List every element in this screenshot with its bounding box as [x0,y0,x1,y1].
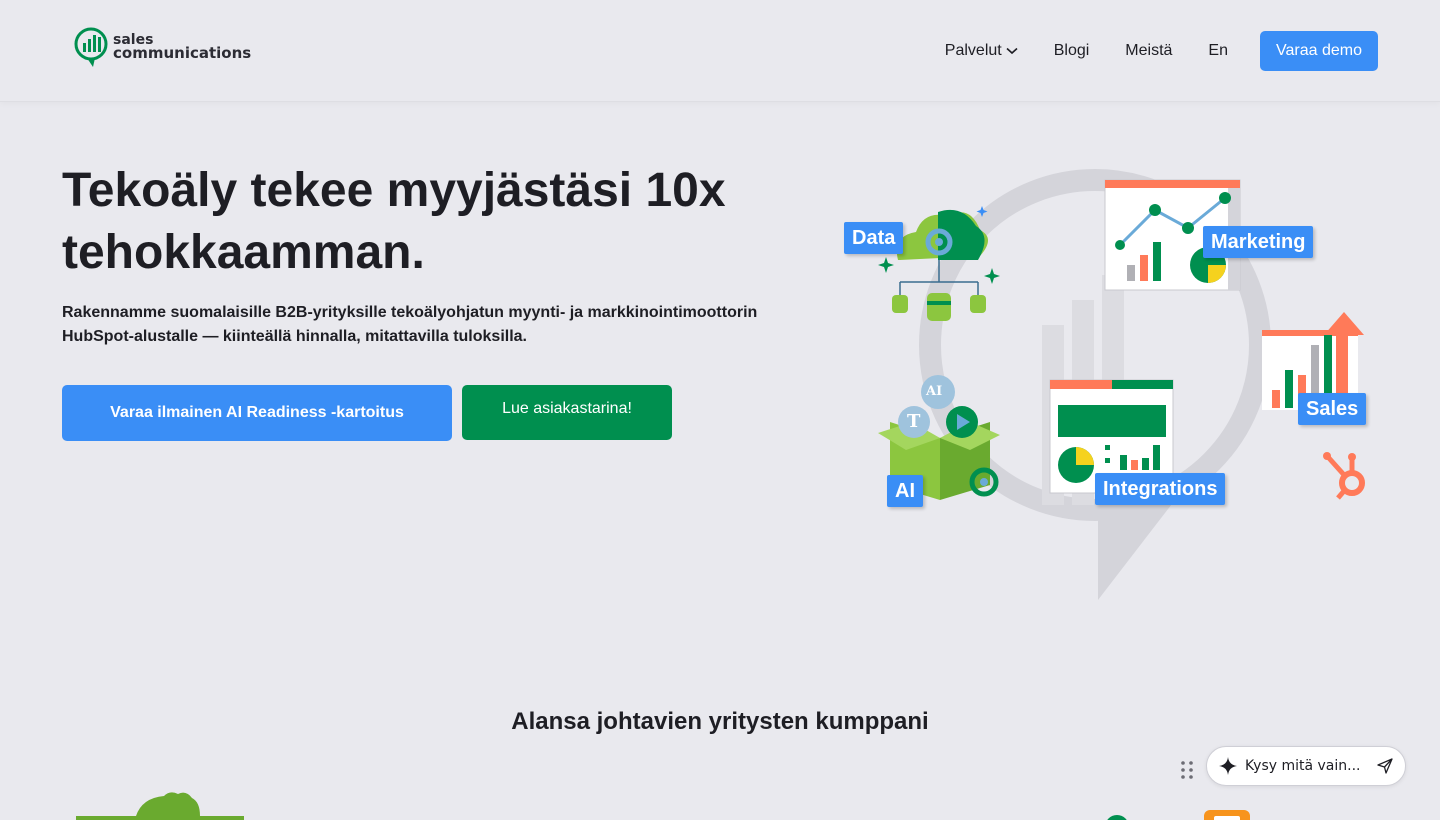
partner-logo-leaf [76,792,244,820]
nav-item-label: En [1208,42,1228,59]
hero-illustration: Data Marketing Sales AI Integrations AI … [830,160,1390,605]
tag-data: Data [844,222,904,254]
nav-item-label: Meistä [1125,42,1173,59]
main-nav: Palvelut Blogi Meistä En Varaa demo [945,31,1378,71]
tag-marketing: Marketing [1203,226,1314,258]
speech-bubble-logo-icon [74,27,108,67]
nav-item-palvelut[interactable]: Palvelut [945,42,1018,60]
nav-item-blogi[interactable]: Blogi [1054,42,1090,60]
send-icon[interactable] [1377,758,1393,774]
hero-title-line-2: tehokkaamman. [62,226,425,279]
company-logo[interactable]: sales communications [73,25,251,69]
partners-title: Alansa johtavien yritysten kumppani [511,708,929,735]
ai-badge: AI [926,384,943,399]
customer-story-button[interactable]: Lue asiakastarina! [462,385,672,440]
site-header: sales communications Palvelut Blogi Meis… [0,0,1440,102]
hero-subtitle-line-2: HubSpot-alustalle — kiinteällä hinnalla,… [62,328,527,345]
drag-handle-icon[interactable] [1180,760,1194,780]
hero-title: Tekoäly tekee myyjästäsi 10x tehokkaamma… [62,160,802,284]
partner-logo-orange [1204,810,1250,820]
language-switch[interactable]: En [1208,42,1228,60]
hero-subtitle-line-1: Rakennamme suomalaisille B2B-yrityksille… [62,304,758,321]
logo-wordmark: sales communications [113,33,252,62]
logo-line-2: communications [113,44,252,62]
hubspot-icon [1323,452,1365,500]
ai-readiness-button[interactable]: Varaa ilmainen AI Readiness -kartoitus [62,385,452,441]
tag-integrations: Integrations [1095,473,1226,505]
nav-item-label: Palvelut [944,42,1002,59]
ask-chat-input[interactable]: Kysy mitä vain... [1206,746,1406,786]
chat-placeholder: Kysy mitä vain... [1245,758,1361,774]
tag-sales: Sales [1298,393,1367,425]
sparkle-icon [1219,757,1237,775]
tag-ai: AI [887,475,923,507]
nav-item-meista[interactable]: Meistä [1125,42,1172,60]
t-badge: T [907,411,921,432]
book-demo-button[interactable]: Varaa demo [1260,31,1378,71]
nav-item-label: Blogi [1053,42,1090,59]
hero-title-line-1: Tekoäly tekee myyjästäsi 10x [62,164,726,217]
chevron-down-icon [1006,47,1018,55]
partner-logo-green [1107,815,1127,820]
hero-subtitle: Rakennamme suomalaisille B2B-yrityksille… [62,301,782,349]
